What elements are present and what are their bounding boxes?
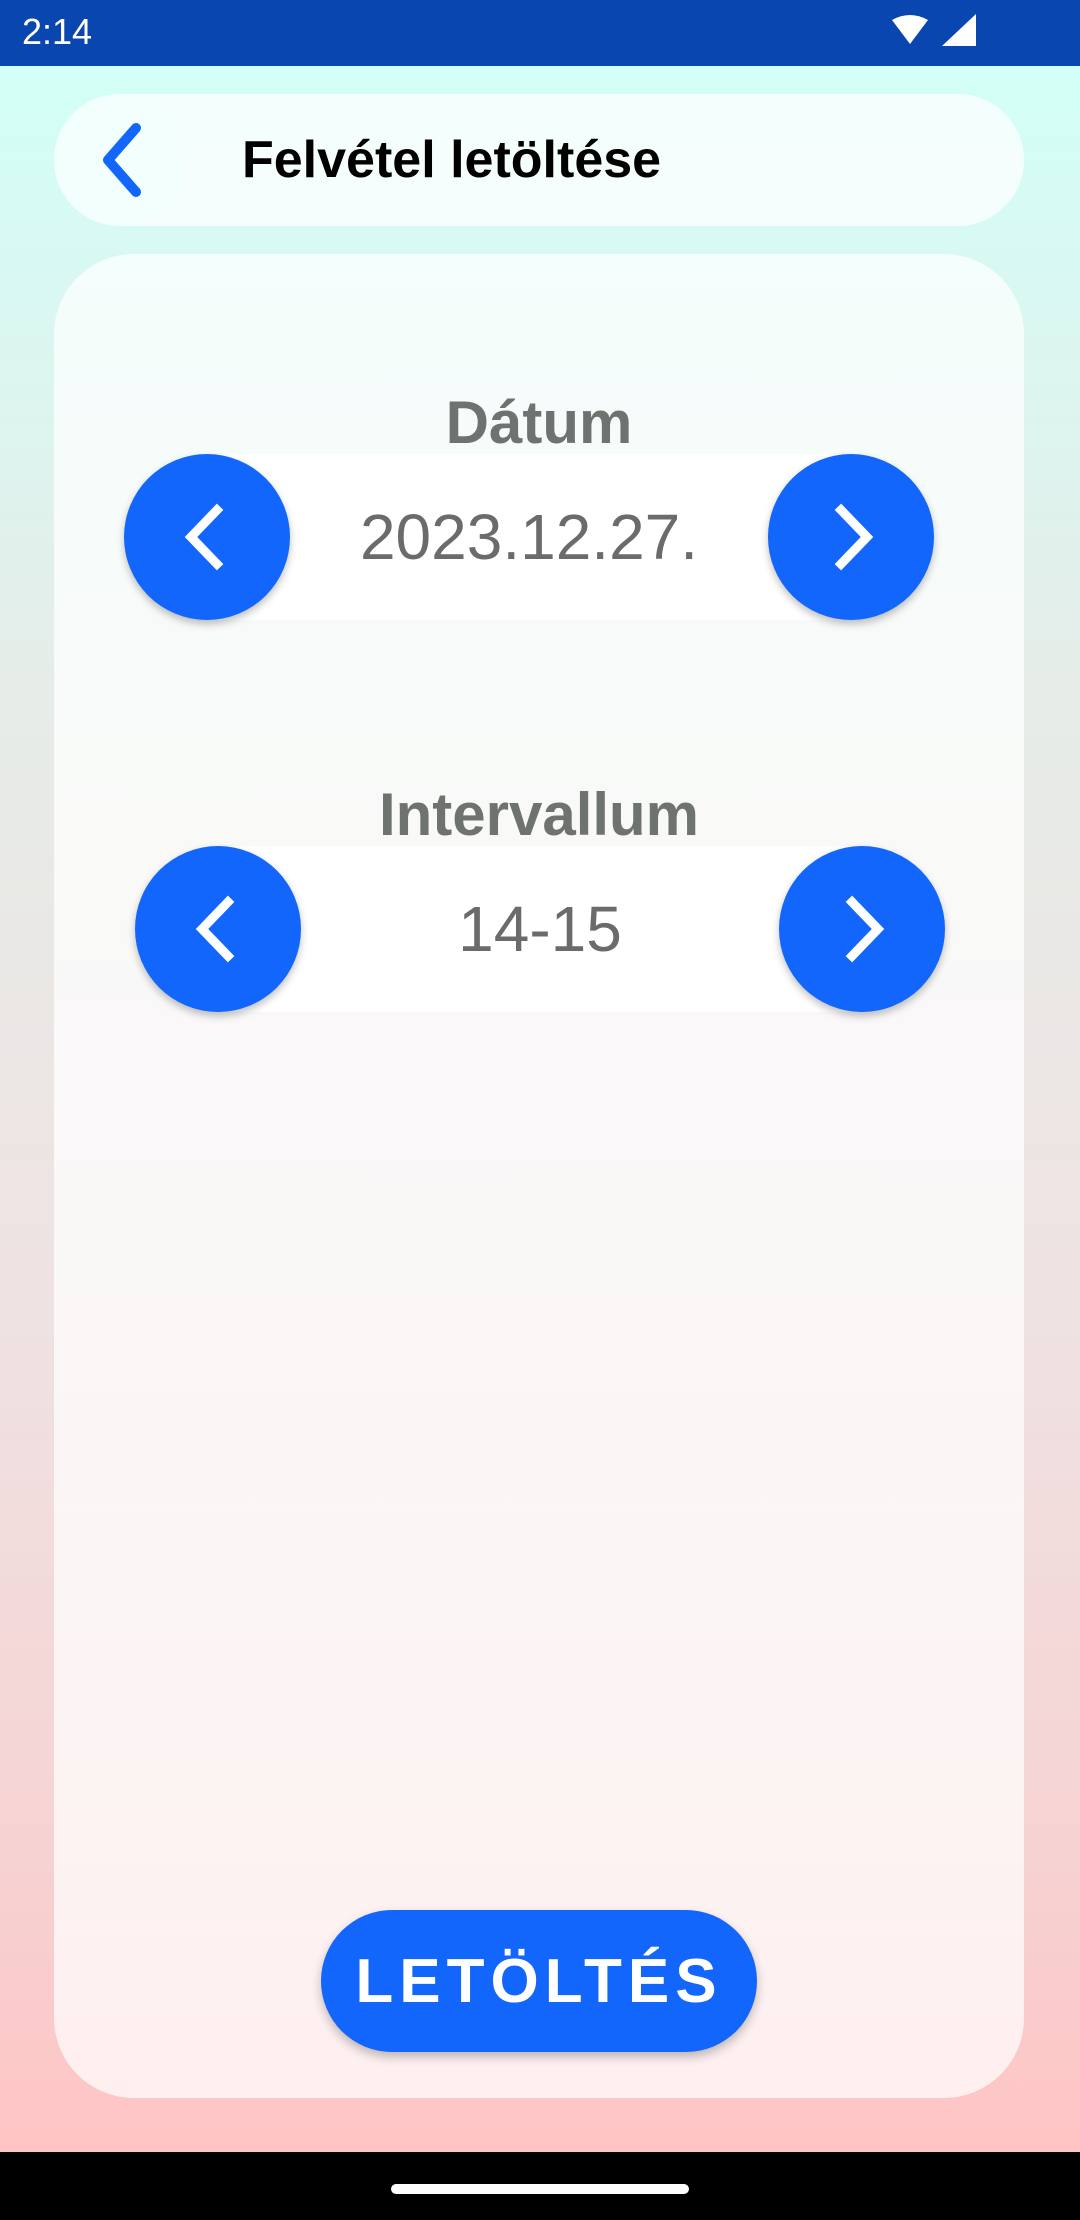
status-time: 2:14 — [22, 11, 93, 52]
interval-label: Intervallum — [378, 781, 700, 848]
chevron-left-icon — [195, 895, 235, 963]
interval-next-button[interactable] — [779, 846, 945, 1012]
download-button[interactable]: LETÖLTÉS — [321, 1910, 757, 2052]
chevron-left-icon — [103, 123, 141, 197]
chevron-left-icon — [184, 503, 224, 571]
top-app-bar: Felvétel letöltése — [54, 94, 1024, 226]
app-screen: Felvétel letöltése Dátum 2023.12.27. Int… — [0, 66, 1080, 2152]
date-picker: 2023.12.27. — [124, 454, 934, 620]
chevron-right-icon — [845, 895, 885, 963]
status-bar: 2:14 — [0, 0, 1080, 66]
interval-prev-button[interactable] — [135, 846, 301, 1012]
date-label: Dátum — [445, 389, 633, 456]
date-prev-button[interactable] — [124, 454, 290, 620]
chevron-right-icon — [834, 503, 874, 571]
navigation-bar — [0, 2152, 1080, 2220]
back-button[interactable] — [56, 94, 188, 226]
interval-picker: 14-15 — [135, 846, 945, 1012]
status-icons — [890, 14, 980, 50]
page-title: Felvétel letöltése — [242, 131, 662, 189]
home-handle[interactable] — [391, 2184, 689, 2194]
wifi-icon — [892, 15, 928, 44]
date-next-button[interactable] — [768, 454, 934, 620]
signal-icon — [942, 14, 976, 46]
content-card: Dátum 2023.12.27. Intervallum 14-15 LETÖ… — [54, 254, 1024, 2098]
